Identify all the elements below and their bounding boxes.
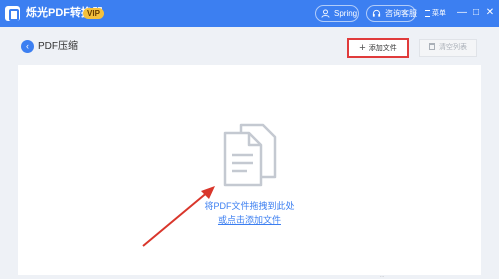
add-file-button[interactable]: + 添加文件 bbox=[347, 38, 409, 58]
document-icon bbox=[223, 123, 277, 187]
user-account-button[interactable]: Spring bbox=[315, 5, 359, 22]
vip-badge[interactable]: VIP bbox=[83, 8, 104, 19]
title-bar: 烁光PDF转换器 VIP Spring 咨询客服 菜单 — □ ✕ bbox=[0, 0, 499, 27]
minimize-button[interactable]: — bbox=[455, 6, 469, 20]
page-title: PDF压缩 bbox=[38, 41, 78, 52]
toolbar: ‹ PDF压缩 + 添加文件 清空列表 bbox=[0, 27, 499, 65]
maximize-button[interactable]: □ bbox=[469, 6, 483, 20]
customer-service-label: 咨询客服 bbox=[385, 9, 417, 18]
file-drop-zone[interactable]: 将PDF文件拖拽到此处 或点击添加文件 bbox=[18, 65, 481, 275]
click-to-add-link[interactable]: 或点击添加文件 bbox=[218, 215, 281, 225]
plus-icon: + bbox=[359, 42, 366, 54]
headset-icon bbox=[372, 9, 381, 17]
close-button[interactable]: ✕ bbox=[483, 6, 497, 20]
user-icon bbox=[321, 9, 330, 18]
app-logo-icon bbox=[5, 6, 20, 21]
status-text: ... bbox=[380, 273, 385, 279]
clear-list-button[interactable]: 清空列表 bbox=[419, 39, 477, 57]
back-button[interactable]: ‹ bbox=[21, 40, 34, 53]
customer-service-button[interactable]: 咨询客服 bbox=[366, 5, 417, 22]
drop-hint-text: 将PDF文件拖拽到此处 bbox=[204, 201, 295, 211]
add-file-label: 添加文件 bbox=[368, 45, 397, 52]
menu-button[interactable]: 菜单 bbox=[425, 9, 446, 18]
clear-list-label: 清空列表 bbox=[439, 44, 467, 51]
trash-icon bbox=[429, 43, 435, 50]
user-name: Spring bbox=[334, 9, 358, 18]
